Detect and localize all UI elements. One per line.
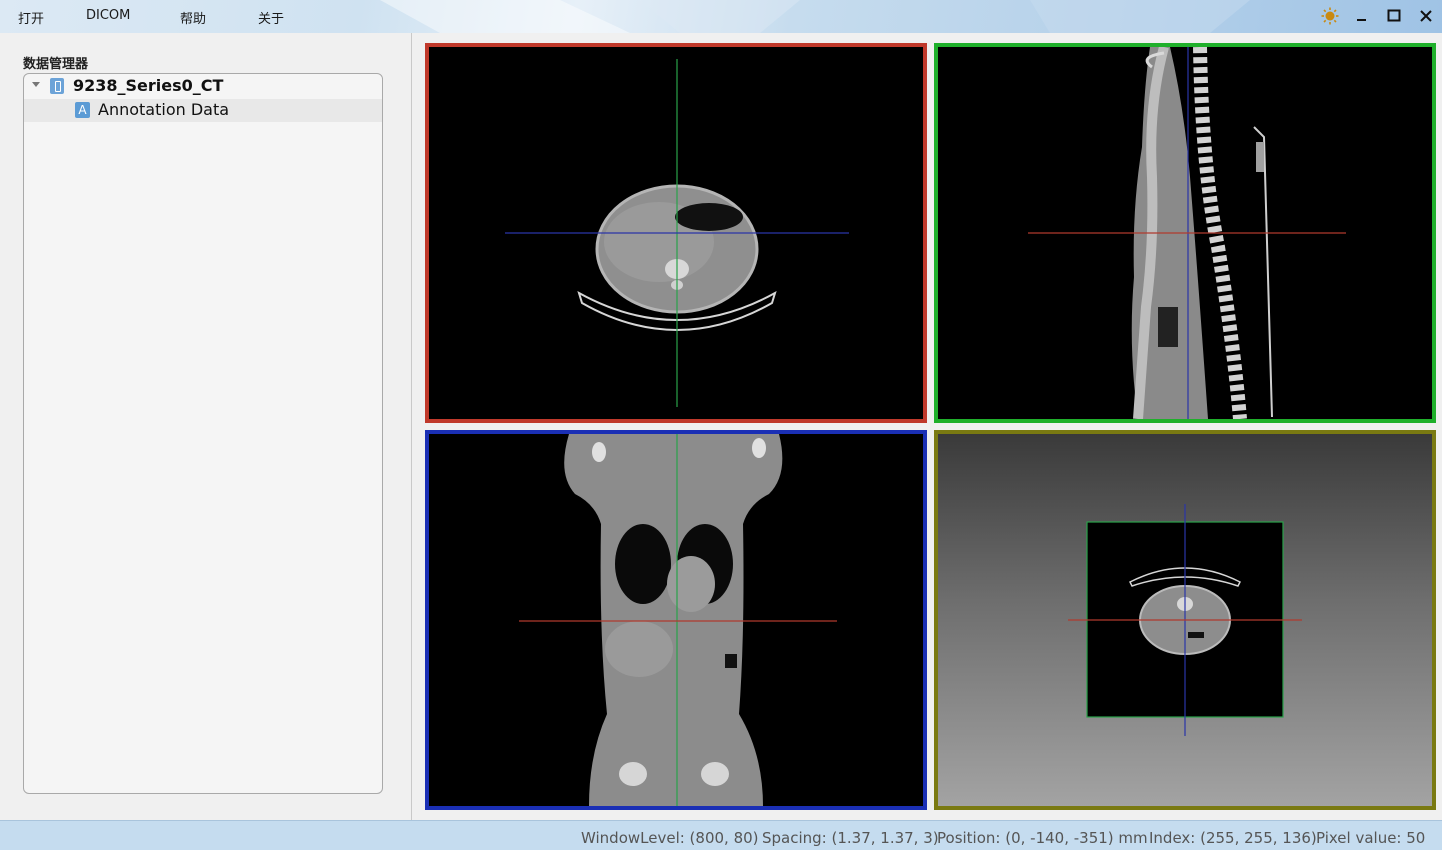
- title-decoration: [380, 0, 800, 33]
- sagittal-ct-image: [1028, 47, 1346, 419]
- status-index: Index: (255, 255, 136): [1149, 829, 1317, 847]
- expand-caret-icon[interactable]: [32, 82, 40, 87]
- series-label: 9238_Series0_CT: [73, 76, 224, 95]
- minimize-button[interactable]: [1351, 6, 1373, 26]
- data-manager-panel: 数据管理器 9238_Series0_CT A Annotation Data: [0, 33, 412, 820]
- menu-help[interactable]: 帮助: [180, 8, 206, 27]
- close-icon: [1420, 10, 1432, 22]
- status-spacing: Spacing: (1.37, 1.37, 3): [762, 829, 939, 847]
- status-pixel-value: Pixel value: 50: [1316, 829, 1426, 847]
- coronal-ct-image: [519, 434, 837, 806]
- status-position: Position: (0, -140, -351) mm: [937, 829, 1148, 847]
- sun-icon: [1321, 7, 1339, 25]
- minimize-icon: [1357, 19, 1366, 21]
- maximize-button[interactable]: [1383, 6, 1405, 26]
- data-manager-title: 数据管理器: [23, 57, 89, 72]
- close-button[interactable]: [1415, 6, 1437, 26]
- coronal-viewport[interactable]: [425, 430, 927, 810]
- annotation-icon: A: [75, 102, 90, 118]
- status-window-level: WindowLevel: (800, 80): [581, 829, 759, 847]
- 3d-viewport[interactable]: [934, 430, 1436, 810]
- annotation-label: Annotation Data: [98, 100, 230, 119]
- viewer-area: [414, 33, 1442, 820]
- tree-item-series[interactable]: 9238_Series0_CT: [24, 75, 382, 98]
- maximize-icon: [1387, 9, 1401, 22]
- axial-ct-image: [505, 59, 849, 407]
- menu-about[interactable]: 关于: [258, 8, 284, 27]
- sagittal-viewport[interactable]: [934, 43, 1436, 423]
- tree-item-annotation[interactable]: A Annotation Data: [24, 99, 382, 122]
- series-icon: [50, 78, 64, 94]
- status-bar: WindowLevel: (800, 80) Spacing: (1.37, 1…: [0, 820, 1442, 850]
- title-decoration-right: [1030, 0, 1250, 33]
- volume-render-image: [1068, 504, 1302, 736]
- title-bar: 打开 DICOM 帮助 关于: [0, 0, 1442, 33]
- data-tree[interactable]: 9238_Series0_CT A Annotation Data: [23, 73, 383, 794]
- axial-viewport[interactable]: [425, 43, 927, 423]
- menu-dicom[interactable]: DICOM: [86, 8, 130, 23]
- theme-button[interactable]: [1319, 6, 1341, 26]
- menu-open[interactable]: 打开: [18, 8, 44, 27]
